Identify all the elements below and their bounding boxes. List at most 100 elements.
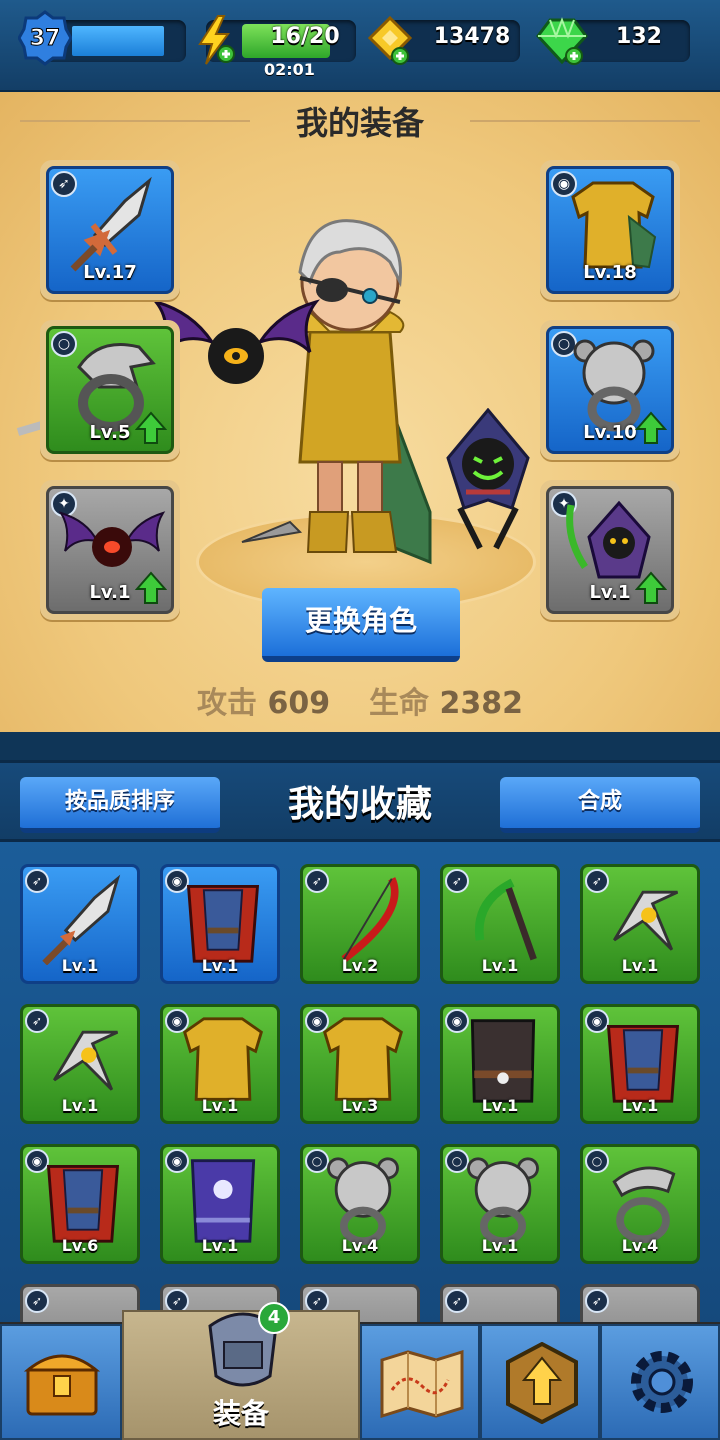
gold-armor-item-icon (322, 1017, 404, 1101)
collection-item[interactable]: ○ Lv.1 (440, 1144, 560, 1264)
equip-slot-armor[interactable]: ◉ Lv.18 (540, 160, 680, 300)
item-level: Lv.1 (621, 1096, 659, 1115)
collection-item[interactable]: ➶ Lv.2 (300, 864, 420, 984)
item-level: Lv.18 (583, 262, 637, 283)
snake-ring-item-icon (612, 1166, 676, 1244)
item-level: Lv.1 (201, 1236, 239, 1255)
collection-item[interactable]: ➶ Lv.1 (440, 864, 560, 984)
equipment-panel: 我的装备 ➶ Lv.17 ◉ Lv.18 ○ Lv.5 ○ Lv.10 ✦ Lv… (0, 92, 720, 732)
collection-item[interactable]: ○ Lv.4 (580, 1144, 700, 1264)
equip-notification-badge: 4 (258, 1302, 290, 1334)
equip-slot-pet-2[interactable]: ✦ Lv.1 (540, 480, 680, 620)
gold-diamond-icon (367, 16, 413, 65)
bow-icon: ➶ (25, 1289, 49, 1313)
item-level: Lv.1 (61, 1096, 99, 1115)
item-level: Lv.6 (61, 1236, 99, 1255)
item-level: Lv.1 (481, 1236, 519, 1255)
collection-item[interactable]: ◉ Lv.1 (160, 864, 280, 984)
item-level: Lv.1 (61, 956, 99, 975)
change-character-button[interactable]: 更换角色 (262, 588, 460, 662)
upgrade-arrow-icon (635, 411, 667, 444)
nav-equipment-button[interactable]: 4 装备 (122, 1302, 360, 1440)
upgrade-arrow-icon (135, 571, 167, 604)
red-bow-item-icon (341, 877, 399, 963)
nav-upgrade-button[interactable] (480, 1324, 600, 1440)
bow-icon: ➶ (585, 1289, 609, 1313)
top-bar: 37 16/20 02:01 13478 132 (0, 0, 720, 92)
sword-item-icon (42, 874, 121, 965)
item-level: Lv.1 (201, 956, 239, 975)
item-level: Lv.1 (481, 1096, 519, 1115)
equip-slot-ring-1[interactable]: ○ Lv.5 (40, 320, 180, 460)
item-level: Lv.17 (83, 262, 137, 283)
map-icon (380, 1350, 464, 1418)
collection-item[interactable]: ➶ Lv.1 (580, 864, 700, 984)
lightning-icon (198, 15, 235, 65)
item-level: Lv.4 (621, 1236, 659, 1255)
equip-slot-pet-1[interactable]: ✦ Lv.1 (40, 480, 180, 620)
gem-icon (536, 17, 588, 65)
section-divider (0, 732, 720, 760)
collection-item[interactable]: ◉ Lv.3 (300, 1004, 420, 1124)
red-cape-armor-item-icon (186, 884, 260, 963)
scythe-item-icon (474, 878, 537, 961)
energy-value: 16/20 (270, 24, 340, 49)
sword-item-icon (70, 176, 152, 272)
treasure-chest-icon (24, 1354, 100, 1416)
collection-item[interactable]: ◉ Lv.6 (20, 1144, 140, 1264)
boomerang-item-icon (53, 1030, 119, 1091)
red-cape-armor-item-icon (606, 1024, 680, 1103)
collection-header: 按品质排序 我的收藏 合成 (0, 760, 720, 842)
upgrade-arrow-icon (135, 411, 167, 444)
reaper-pet-character (446, 408, 530, 550)
bear-ring-item-icon (467, 1157, 539, 1245)
nav-equipment-label: 装备 (212, 1397, 269, 1430)
item-level: Lv.1 (201, 1096, 239, 1115)
hero-character[interactable] (230, 212, 470, 592)
bottom-nav: 4 装备 (0, 1302, 720, 1440)
bear-ring-item-icon (327, 1157, 399, 1245)
dark-vest-item-icon (470, 1019, 536, 1103)
collection-grid[interactable]: ➶ Lv.1 ◉ Lv.1 ➶ Lv.2 ➶ Lv.1 ➶ Lv.1 ➶ Lv.1 ◉ Lv.1 ◉ Lv.3… (0, 842, 720, 1326)
nav-map-button[interactable] (360, 1324, 480, 1440)
item-level: Lv.3 (341, 1096, 379, 1115)
player-level: 37 (30, 26, 61, 51)
bow-icon: ➶ (445, 1289, 469, 1313)
energy-timer: 02:01 (264, 60, 315, 79)
collection-item[interactable]: ◉ Lv.1 (160, 1004, 280, 1124)
nav-chest-button[interactable] (0, 1324, 122, 1440)
merge-button[interactable]: 合成 (500, 777, 700, 833)
collection-item[interactable]: ➶ Lv.1 (20, 1004, 140, 1124)
nav-settings-button[interactable] (600, 1324, 720, 1440)
item-level: Lv.2 (341, 956, 379, 975)
hp-value: 2382 (439, 686, 523, 721)
upgrade-icon (506, 1342, 578, 1424)
gear-icon (631, 1351, 693, 1413)
attack-label: 攻击 (197, 686, 258, 721)
collection-title: 我的收藏 (287, 784, 432, 825)
equip-slot-ring-2[interactable]: ○ Lv.10 (540, 320, 680, 460)
collection-item[interactable]: ◉ Lv.1 (580, 1004, 700, 1124)
collection-item[interactable]: ◉ Lv.1 (160, 1144, 280, 1264)
boomerang-item-icon (613, 890, 679, 951)
collection-item[interactable]: ➶ Lv.1 (20, 864, 140, 984)
gem-value: 132 (616, 24, 662, 49)
equip-slot-weapon[interactable]: ➶ Lv.17 (40, 160, 180, 300)
hp-label: 生命 (369, 686, 430, 721)
bat-pet-item-icon (58, 511, 166, 567)
collection-item[interactable]: ○ Lv.4 (300, 1144, 420, 1264)
item-level: Lv.1 (621, 956, 659, 975)
sort-by-quality-button[interactable]: 按品质排序 (20, 777, 220, 833)
attack-value: 609 (267, 686, 331, 721)
collection-item-partial[interactable]: ➶ (580, 1284, 700, 1326)
equipment-title: 我的装备 (295, 104, 424, 142)
gold-armor-item-icon (182, 1017, 264, 1101)
item-level: Lv.1 (481, 956, 519, 975)
gold-value: 13478 (433, 24, 511, 49)
item-level: Lv.4 (341, 1236, 379, 1255)
collection-item-partial[interactable]: ➶ (440, 1284, 560, 1326)
collection-item[interactable]: ◉ Lv.1 (440, 1004, 560, 1124)
hero-stats: 攻击 609 生命 2382 (0, 678, 720, 722)
purple-robe-item-icon (190, 1159, 256, 1243)
gold-armor-item-icon (571, 181, 657, 269)
